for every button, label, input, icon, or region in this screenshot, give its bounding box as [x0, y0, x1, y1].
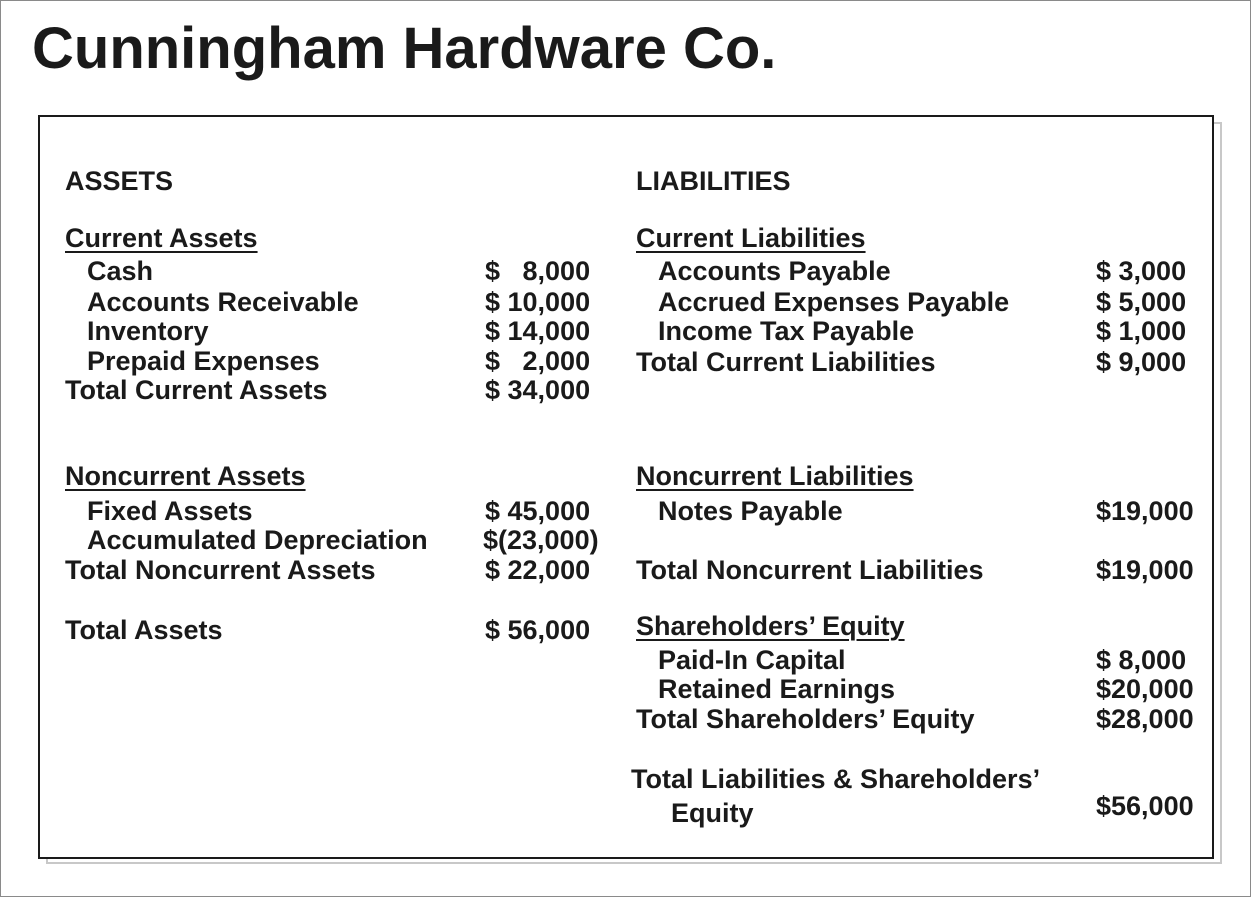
noncurrent-assets-heading: Noncurrent Assets	[65, 461, 306, 491]
balance-sheet-page: Cunningham Hardware Co. ASSETS Current A…	[0, 0, 1251, 897]
liability-item-value: $ 5,000	[1096, 287, 1187, 317]
equity-item-label: Paid-In Capital	[658, 645, 846, 675]
asset-item-value: $ 2,000	[485, 346, 591, 376]
total-current-assets-label: Total Current Assets	[65, 375, 328, 405]
total-noncurrent-assets-label: Total Noncurrent Assets	[65, 555, 376, 585]
total-noncurrent-liabilities-label: Total Noncurrent Liabilities	[636, 555, 984, 585]
total-noncurrent-assets-value: $ 22,000	[485, 555, 591, 585]
total-shareholders-equity-label: Total Shareholders’ Equity	[636, 704, 975, 734]
current-liabilities-heading: Current Liabilities	[636, 223, 866, 253]
liability-item-value: $19,000	[1096, 496, 1194, 526]
noncurrent-liabilities-heading: Noncurrent Liabilities	[636, 461, 914, 491]
grand-total-value: $56,000	[1096, 791, 1194, 821]
liability-item-value: $ 1,000	[1096, 316, 1187, 346]
total-assets-label: Total Assets	[65, 615, 223, 645]
liabilities-heading: LIABILITIES	[636, 166, 791, 196]
total-assets-value: $ 56,000	[485, 615, 591, 645]
equity-item-value: $20,000	[1096, 674, 1194, 704]
assets-heading: ASSETS	[65, 166, 174, 196]
total-current-liabilities-label: Total Current Liabilities	[636, 347, 936, 377]
balance-sheet-frame: ASSETS Current Assets Cash $ 8,000 Accou…	[38, 115, 1214, 859]
asset-item-value: $ 14,000	[485, 316, 591, 346]
liability-item-label: Notes Payable	[658, 496, 843, 526]
current-assets-heading: Current Assets	[65, 223, 258, 253]
asset-item-label: Prepaid Expenses	[87, 346, 320, 376]
total-current-assets-value: $ 34,000	[485, 375, 591, 405]
liability-item-label: Income Tax Payable	[658, 316, 915, 346]
liability-item-value: $ 3,000	[1096, 256, 1187, 286]
asset-item-label: Accounts Receivable	[87, 287, 359, 317]
total-noncurrent-liabilities-value: $19,000	[1096, 555, 1194, 585]
asset-item-label: Accumulated Depreciation	[87, 525, 428, 555]
liability-item-label: Accrued Expenses Payable	[658, 287, 1010, 317]
asset-item-value: $ 45,000	[485, 496, 591, 526]
asset-item-label: Cash	[87, 256, 154, 286]
grand-total-label-continued: Equity	[671, 798, 754, 828]
asset-item-label: Fixed Assets	[87, 496, 253, 526]
company-title: Cunningham Hardware Co.	[32, 16, 777, 81]
shareholders-equity-heading: Shareholders’ Equity	[636, 611, 905, 641]
total-shareholders-equity-value: $28,000	[1096, 704, 1194, 734]
grand-total-label: Total Liabilities & Shareholders’	[631, 764, 1041, 794]
equity-item-label: Retained Earnings	[658, 674, 896, 704]
asset-item-value: $ 10,000	[485, 287, 591, 317]
asset-item-value: $(23,000)	[483, 525, 599, 555]
liability-item-label: Accounts Payable	[658, 256, 891, 286]
total-current-liabilities-value: $ 9,000	[1096, 347, 1187, 377]
asset-item-value: $ 8,000	[485, 256, 591, 286]
equity-item-value: $ 8,000	[1096, 645, 1187, 675]
asset-item-label: Inventory	[87, 316, 209, 346]
